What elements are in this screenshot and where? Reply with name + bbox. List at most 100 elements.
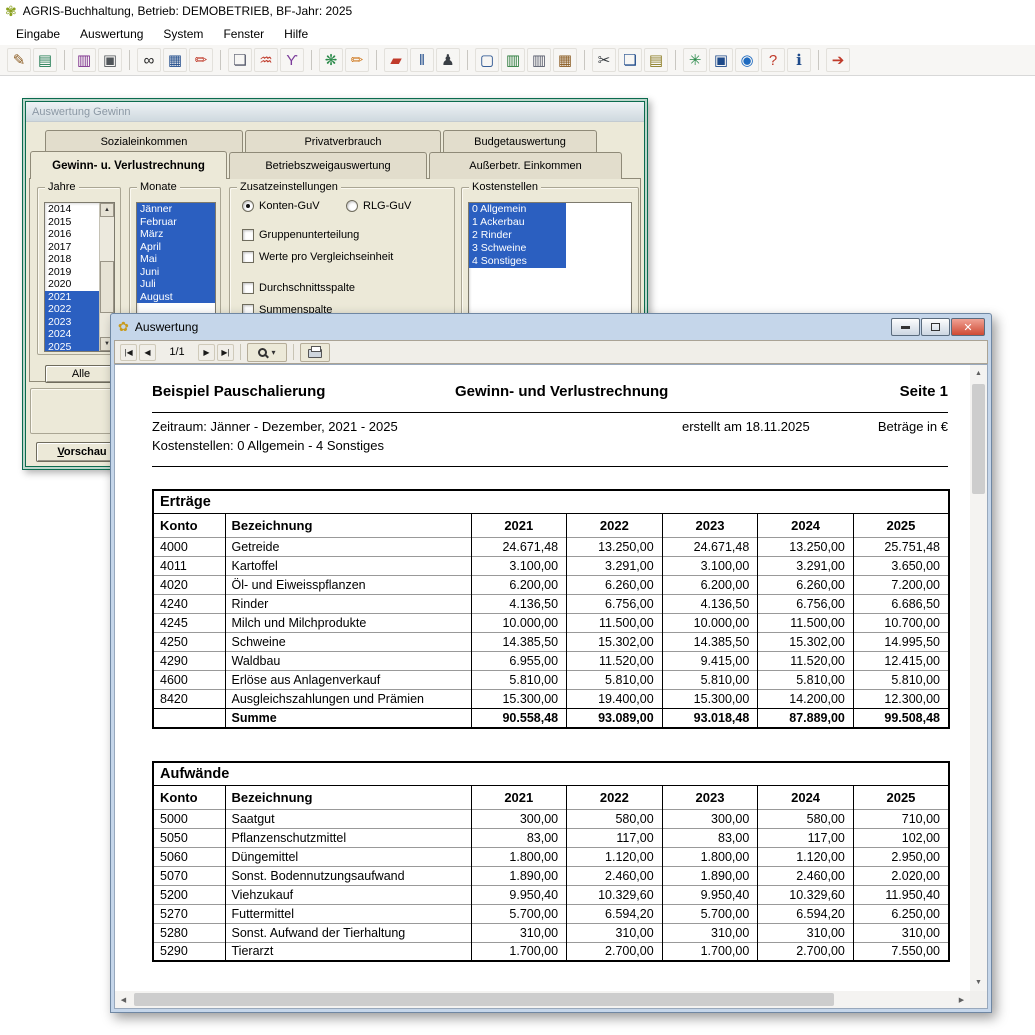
last-page-button[interactable]: ▶|: [217, 344, 234, 361]
list-item-2021[interactable]: 2021: [45, 291, 99, 304]
radio-konten-guv[interactable]: Konten-GuV: [242, 200, 320, 212]
column-view-button[interactable]: ▥: [501, 48, 525, 72]
radio-rlg-guv[interactable]: RLG-GuV: [346, 200, 411, 212]
scrollbar-thumb[interactable]: [134, 993, 834, 1006]
value-cell: 5.810,00: [662, 670, 758, 689]
list-item-4-sonstiges[interactable]: 4 Sonstiges: [469, 255, 631, 268]
monitor-button[interactable]: ▢: [475, 48, 499, 72]
list-item-april[interactable]: April: [137, 241, 215, 254]
list-item-3-schweine[interactable]: 3 Schweine: [469, 242, 631, 255]
radio-icon[interactable]: [346, 200, 358, 212]
horizontal-scrollbar[interactable]: ◀ ▶: [115, 991, 970, 1008]
menu-system[interactable]: System: [153, 24, 213, 44]
tab-privatverbrauch[interactable]: Privatverbrauch: [245, 130, 441, 153]
scroll-down-icon[interactable]: ▼: [970, 974, 987, 991]
tab-sozialeinkommen[interactable]: Sozialeinkommen: [45, 130, 243, 153]
tab-außerbetr-einkommen[interactable]: Außerbetr. Einkommen: [429, 152, 622, 179]
web-help-button[interactable]: ?: [761, 48, 785, 72]
list-item-juni[interactable]: Juni: [137, 266, 215, 279]
list-item-2-rinder[interactable]: 2 Rinder: [469, 229, 631, 242]
column-view-alt-button[interactable]: ▥: [527, 48, 551, 72]
list-item-2017[interactable]: 2017: [45, 241, 99, 254]
list-item-2023[interactable]: 2023: [45, 316, 99, 329]
filter-button[interactable]: ϒ: [280, 48, 304, 72]
paste-button[interactable]: ▤: [644, 48, 668, 72]
close-button[interactable]: ✕: [951, 318, 985, 336]
cut-button[interactable]: ✂: [592, 48, 616, 72]
list-item-märz[interactable]: März: [137, 228, 215, 241]
edit-booking-button[interactable]: ✏: [189, 48, 213, 72]
year-closing-button[interactable]: ❋: [319, 48, 343, 72]
account-sheet-button[interactable]: ▦: [163, 48, 187, 72]
scroll-up-icon[interactable]: ▲: [970, 365, 987, 382]
list-item-august[interactable]: August: [137, 291, 215, 304]
checkbox-gruppenunterteilung[interactable]: Gruppenunterteilung: [242, 224, 450, 246]
list-item-jänner[interactable]: Jänner: [137, 203, 215, 216]
list-item-2015[interactable]: 2015: [45, 216, 99, 229]
checkbox-durchschnittsspalte[interactable]: Durchschnittsspalte: [242, 277, 450, 299]
list-item-2019[interactable]: 2019: [45, 266, 99, 279]
list-item-1-ackerbau[interactable]: 1 Ackerbau: [469, 216, 631, 229]
jahre-listbox[interactable]: 2014201520162017201820192020202120222023…: [45, 203, 99, 351]
bezeichnung-cell: Pflanzenschutzmittel: [225, 828, 471, 847]
list-item-2016[interactable]: 2016: [45, 228, 99, 241]
print-button[interactable]: [300, 343, 330, 362]
key-button[interactable]: ✳: [683, 48, 707, 72]
minimize-button[interactable]: [891, 318, 920, 336]
list-item-2025[interactable]: 2025: [45, 341, 99, 352]
print-preview-button[interactable]: ▣: [709, 48, 733, 72]
print-button[interactable]: ▣: [98, 48, 122, 72]
alle-button-label: Alle: [72, 368, 90, 380]
maximize-button[interactable]: [921, 318, 950, 336]
booking-entry-button[interactable]: ✎: [7, 48, 31, 72]
list-item-februar[interactable]: Februar: [137, 216, 215, 229]
copy-pages-button[interactable]: ❏: [228, 48, 252, 72]
analysis-curve-button[interactable]: ♒: [254, 48, 278, 72]
pause-columns-button[interactable]: ‖: [410, 48, 434, 72]
globe-button[interactable]: ◉: [735, 48, 759, 72]
checkbox-werte-pro-vergleichseinheit[interactable]: Werte pro Vergleichseinheit: [242, 246, 450, 268]
list-item-juli[interactable]: Juli: [137, 278, 215, 291]
list-item-mai[interactable]: Mai: [137, 253, 215, 266]
print-journal-button[interactable]: ▥: [72, 48, 96, 72]
prev-page-button[interactable]: ◀: [139, 344, 156, 361]
scroll-up-icon[interactable]: ▲: [100, 203, 114, 217]
account-search-button[interactable]: ∞: [137, 48, 161, 72]
menu-auswertung[interactable]: Auswertung: [70, 24, 153, 44]
menu-hilfe[interactable]: Hilfe: [274, 24, 318, 44]
alle-button[interactable]: Alle: [45, 365, 117, 383]
list-item-2022[interactable]: 2022: [45, 303, 99, 316]
menu-fenster[interactable]: Fenster: [213, 24, 274, 44]
grid-view-button[interactable]: ▦: [553, 48, 577, 72]
zoom-button[interactable]: ▾: [247, 343, 287, 362]
checkbox-icon[interactable]: [242, 282, 254, 294]
scrollbar-thumb[interactable]: [100, 261, 114, 313]
vertical-scrollbar[interactable]: ▲ ▼: [970, 365, 987, 991]
list-item-2024[interactable]: 2024: [45, 328, 99, 341]
correction-button[interactable]: ✏: [345, 48, 369, 72]
person-button[interactable]: ♟: [436, 48, 460, 72]
list-item-2018[interactable]: 2018: [45, 253, 99, 266]
list-item-2014[interactable]: 2014: [45, 203, 99, 216]
copy-button[interactable]: ❏: [618, 48, 642, 72]
dialog-titlebar[interactable]: Auswertung Gewinn: [26, 102, 644, 122]
list-item-2020[interactable]: 2020: [45, 278, 99, 291]
scroll-right-icon[interactable]: ▶: [953, 991, 970, 1008]
tab-betriebszweigauswertung[interactable]: Betriebszweigauswertung: [229, 152, 427, 179]
scrollbar-thumb[interactable]: [972, 384, 985, 494]
info-button[interactable]: ℹ: [787, 48, 811, 72]
first-page-button[interactable]: |◀: [120, 344, 137, 361]
exit-button[interactable]: ➔: [826, 48, 850, 72]
tab-budgetauswertung[interactable]: Budgetauswertung: [443, 130, 597, 153]
report-titlebar[interactable]: ✿ Auswertung ✕: [114, 314, 988, 340]
checkbox-icon[interactable]: [242, 229, 254, 241]
next-page-button[interactable]: ▶: [198, 344, 215, 361]
journal-button[interactable]: ▤: [33, 48, 57, 72]
tab-gewinn-u-verlustrechnung[interactable]: Gewinn- u. Verlustrechnung: [30, 151, 227, 179]
checkbox-icon[interactable]: [242, 251, 254, 263]
scroll-left-icon[interactable]: ◀: [115, 991, 132, 1008]
menu-eingabe[interactable]: Eingabe: [6, 24, 70, 44]
list-item-0-allgemein[interactable]: 0 Allgemein: [469, 203, 631, 216]
radio-icon[interactable]: [242, 200, 254, 212]
transfer-button[interactable]: ▰: [384, 48, 408, 72]
